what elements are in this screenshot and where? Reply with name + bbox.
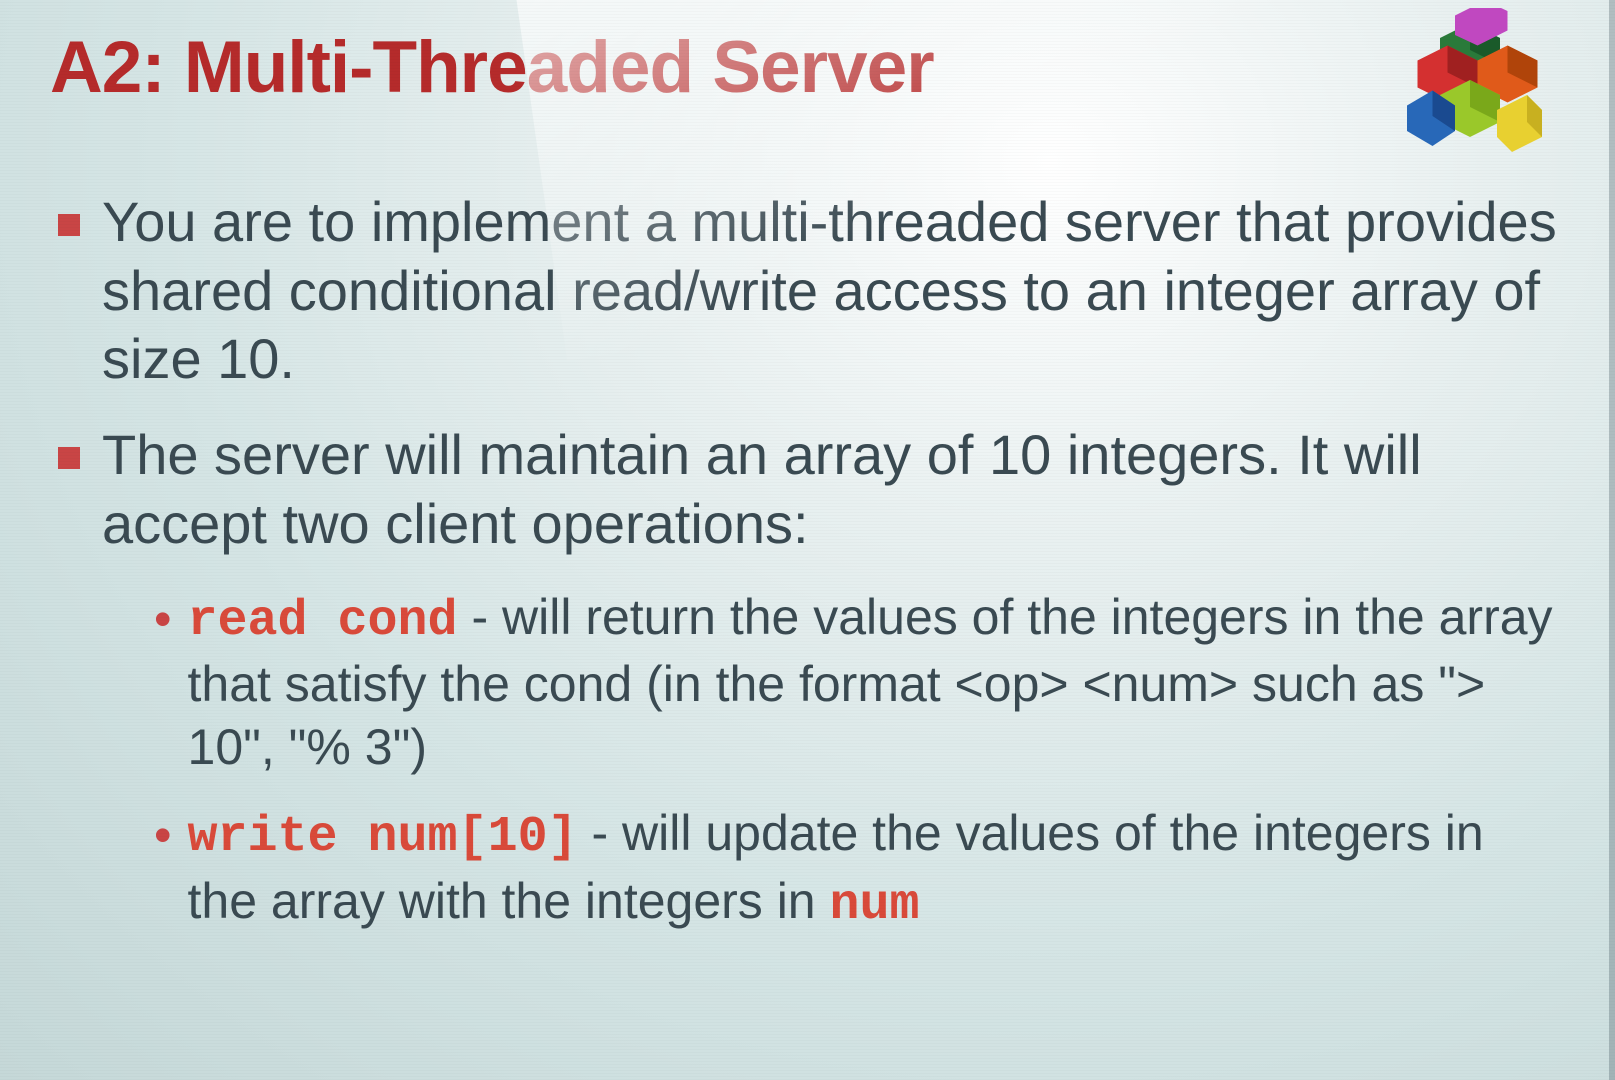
bullet-1-text: You are to implement a multi-threaded se… (102, 188, 1565, 393)
bullet-1: You are to implement a multi-threaded se… (58, 188, 1565, 393)
bullet-2: The server will maintain an array of 10 … (58, 421, 1565, 558)
sub-bullet-1: • read cond - will return the values of … (154, 586, 1565, 779)
code-read-cond: read cond (188, 593, 458, 650)
sub-bullet-2: • write num[10] - will update the values… (154, 802, 1565, 937)
sub-bullet-2-text: write num[10] - will update the values o… (188, 802, 1565, 937)
sub-bullet-1-text: read cond - will return the values of th… (188, 586, 1565, 779)
sub-bullet-list: • read cond - will return the values of … (154, 586, 1565, 938)
code-write-num: write num[10] (188, 809, 578, 866)
content-area: You are to implement a multi-threaded se… (50, 188, 1565, 937)
bullet-2-text: The server will maintain an array of 10 … (102, 421, 1565, 558)
dot-bullet-icon: • (154, 804, 172, 867)
dot-bullet-icon: • (154, 588, 172, 651)
code-num: num (830, 877, 920, 934)
square-bullet-icon (58, 447, 80, 469)
puzzle-logo-icon (1395, 8, 1545, 158)
square-bullet-icon (58, 214, 80, 236)
slide-title: A2: Multi-Threaded Server (50, 28, 1565, 108)
